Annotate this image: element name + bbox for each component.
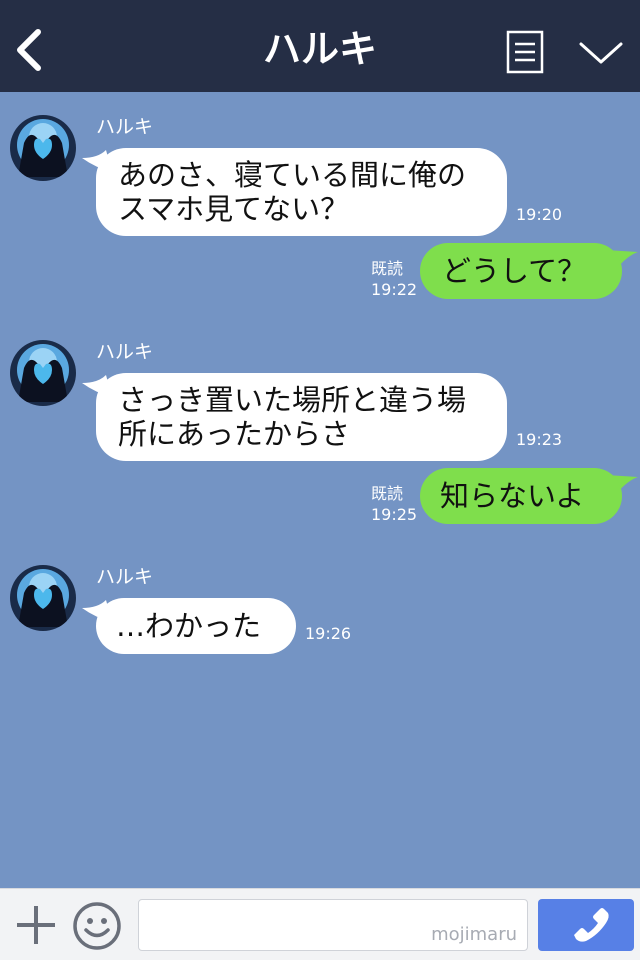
avatar[interactable] [10, 115, 76, 181]
notes-button[interactable] [505, 30, 545, 74]
chevron-down-icon [579, 42, 623, 64]
back-button[interactable] [8, 24, 52, 76]
dropdown-button[interactable] [576, 34, 626, 74]
message-line: 知らないよ [440, 479, 585, 513]
message-bubble[interactable]: 知らないよ [420, 468, 622, 524]
call-button[interactable] [538, 899, 634, 951]
chat-header: ハルキ [0, 0, 640, 92]
read-receipt: 既読 [371, 484, 404, 503]
message-bubble[interactable]: さっき置いた場所と違う場 所にあったからさ [96, 373, 507, 461]
phone-icon [574, 908, 609, 942]
message-time: 19:20 [516, 205, 563, 224]
message-line: …わかった [116, 609, 262, 643]
read-receipt: 既読 [371, 259, 404, 278]
chat-title: ハルキ [262, 27, 377, 71]
message-input[interactable]: mojimaru [138, 899, 528, 951]
input-bar: mojimaru [0, 888, 640, 960]
plus-icon [17, 906, 55, 944]
message-line: あのさ、寝ている間に俺の [118, 158, 467, 192]
heart-hands-avatar-icon [10, 115, 76, 181]
add-button[interactable] [14, 903, 58, 947]
chat-screen: ハルキ ハルキ あのさ、寝ている間に俺の スマホ見てない？ 19:20 既読 1… [0, 0, 640, 960]
message-time: 19:26 [305, 624, 352, 643]
message-time: 19:25 [371, 505, 418, 524]
message-line: スマホ見てない？ [118, 192, 350, 226]
smiley-icon [73, 902, 121, 950]
message-bubble[interactable]: どうして？ [420, 243, 622, 299]
message-bubble[interactable]: …わかった [96, 598, 296, 654]
chevron-left-icon [17, 29, 41, 71]
heart-hands-avatar-icon [10, 565, 76, 631]
message-line: さっき置いた場所と違う場 [118, 383, 467, 417]
notes-icon [506, 30, 544, 74]
emoji-button[interactable] [72, 901, 122, 951]
message-time: 19:23 [516, 430, 563, 449]
sender-name: ハルキ [96, 566, 154, 588]
sender-name: ハルキ [96, 341, 154, 363]
sender-name: ハルキ [96, 116, 154, 138]
avatar[interactable] [10, 565, 76, 631]
message-bubble[interactable]: あのさ、寝ている間に俺の スマホ見てない？ [96, 148, 507, 236]
heart-hands-avatar-icon [10, 340, 76, 406]
message-line: 所にあったからさ [118, 417, 351, 451]
message-line: どうして？ [442, 254, 587, 288]
watermark: mojimaru [431, 924, 517, 945]
message-time: 19:22 [371, 280, 418, 299]
avatar[interactable] [10, 340, 76, 406]
